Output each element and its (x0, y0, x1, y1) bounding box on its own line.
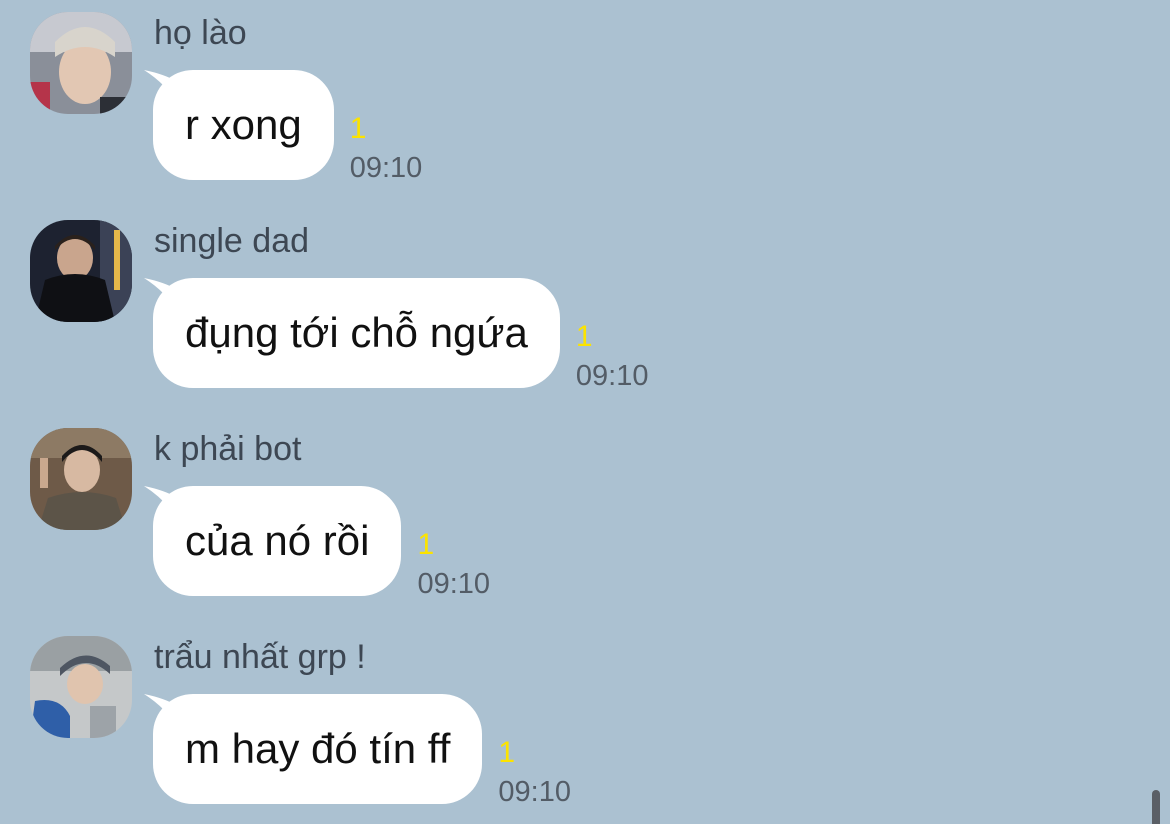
avatar-photo-icon (30, 12, 132, 114)
message-text: r xong (185, 101, 302, 148)
bubble-tail-icon (144, 70, 178, 104)
message-bubble[interactable]: r xong (144, 70, 334, 180)
message-bubble[interactable]: đụng tới chỗ ngứa (144, 278, 560, 388)
unread-count: 1 (417, 528, 435, 561)
message-row: single dad đụng tới chỗ ngứa 1 09:10 (0, 208, 1170, 408)
message-row: k phải bot của nó rồi 1 09:10 (0, 416, 1170, 616)
sender-name: single dad (154, 222, 310, 260)
unread-count: 1 (575, 320, 593, 353)
message-row: trẩu nhất grp ! m hay đó tín ff 1 09:10 (0, 624, 1170, 824)
sender-name: trẩu nhất grp ! (154, 638, 366, 676)
avatar[interactable] (30, 636, 132, 738)
bubble-tail-icon (144, 486, 178, 520)
avatar-photo-icon (30, 220, 132, 322)
avatar-photo-icon (30, 428, 132, 530)
chat-room[interactable]: họ lào r xong 1 09:10 single dad đụng tớ… (0, 0, 1170, 824)
avatar[interactable] (30, 220, 132, 322)
timestamp: 09:10 (417, 568, 491, 600)
avatar-photo-icon (30, 636, 132, 738)
unread-count: 1 (498, 736, 516, 769)
timestamp: 09:10 (575, 360, 649, 392)
message-text: đụng tới chỗ ngứa (185, 309, 528, 356)
message-bubble[interactable]: m hay đó tín ff (144, 694, 483, 804)
timestamp: 09:10 (498, 776, 571, 808)
unread-count: 1 (349, 112, 367, 145)
sender-name: họ lào (154, 14, 247, 52)
message-row: họ lào r xong 1 09:10 (0, 0, 1170, 200)
message-text: của nó rồi (185, 517, 370, 564)
avatar[interactable] (30, 12, 132, 114)
avatar[interactable] (30, 428, 132, 530)
timestamp: 09:10 (349, 152, 423, 184)
sender-name: k phải bot (154, 430, 302, 468)
bubble-tail-icon (144, 278, 178, 312)
message-bubble[interactable]: của nó rồi (144, 486, 402, 596)
scrollbar[interactable] (1152, 790, 1160, 824)
bubble-tail-icon (144, 694, 178, 728)
message-text: m hay đó tín ff (185, 725, 451, 772)
